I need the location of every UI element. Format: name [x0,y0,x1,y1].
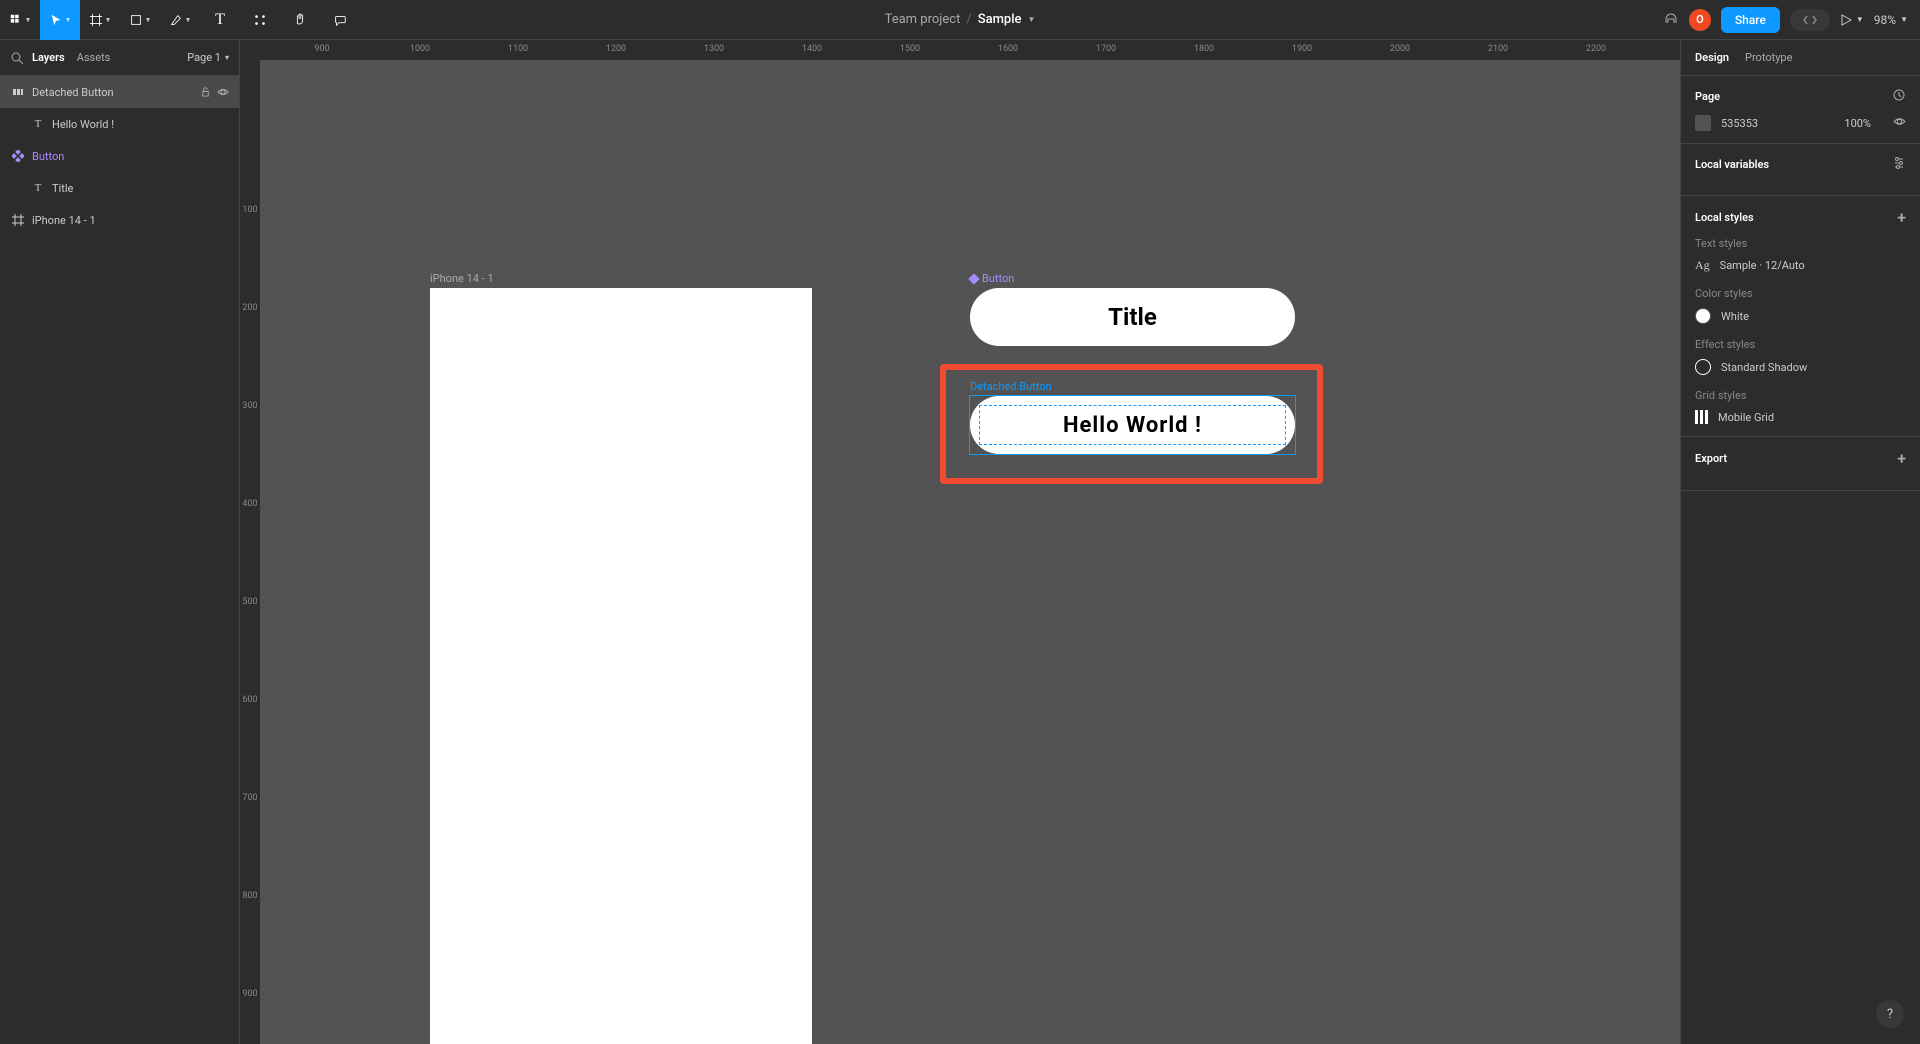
artboard-iphone[interactable] [430,288,812,1044]
frame-label-iphone[interactable]: iPhone 14 - 1 [430,272,494,285]
chevron-down-icon: ▼ [1028,15,1036,24]
hand-tool-button[interactable] [280,0,320,40]
project-name: Team project [885,12,961,27]
frame-icon [89,13,103,27]
design-tab[interactable]: Design [1695,51,1729,64]
comment-tool-button[interactable] [320,0,360,40]
ruler-horizontal: 900 1000 1100 1200 1300 1400 1500 1600 1… [260,40,1680,60]
color-style-item[interactable]: White [1695,308,1906,324]
grid-style-item[interactable]: Mobile Grid [1695,410,1906,424]
left-panel: Layers Assets Page 1▾ Detached Button T … [0,40,240,1044]
figma-logo-icon [9,13,23,27]
page-color-value[interactable]: 535353 [1721,117,1758,130]
dev-icon [1802,14,1818,26]
dev-mode-toggle[interactable] [1790,9,1830,31]
move-tool-button[interactable]: ▼ [40,0,80,40]
frame-label-button[interactable]: Button [970,272,1014,285]
resources-icon [253,13,267,27]
user-avatar[interactable]: O [1689,9,1711,31]
pen-icon [169,13,183,27]
text-styles-label: Text styles [1695,237,1906,250]
search-icon[interactable] [10,51,24,65]
present-button[interactable]: ▼ [1840,14,1864,26]
canvas-button-component[interactable]: Title [970,288,1295,346]
main-menu-button[interactable]: ▼ [0,0,40,40]
page-opacity-value[interactable]: 100% [1844,117,1871,130]
layers-tab[interactable]: Layers [32,51,65,64]
layer-button-component[interactable]: Button [0,140,239,172]
frame-label-detached[interactable]: Detached Button [970,380,1052,393]
visibility-toggle[interactable] [1893,115,1906,131]
local-variables-section: Local variables [1681,144,1920,196]
toolbar-right: O Share ▼ 98%▼ [1663,7,1920,33]
tool-group-left: ▼ ▼ ▼ ▼ ▼ T [0,0,360,39]
assets-tab[interactable]: Assets [77,51,111,64]
add-export-button[interactable]: + [1897,449,1906,468]
layer-iphone-frame[interactable]: iPhone 14 - 1 [0,204,239,236]
hand-icon [293,13,307,27]
grid-icon [1695,410,1708,424]
page-history-icon[interactable] [1892,88,1906,105]
share-button[interactable]: Share [1721,7,1780,33]
export-title: Export [1695,452,1727,465]
play-icon [1840,14,1852,26]
color-styles-label: Color styles [1695,287,1906,300]
export-section: Export + [1681,437,1920,491]
ruler-corner [240,40,260,60]
local-variables-title: Local variables [1695,158,1769,171]
zoom-display[interactable]: 98%▼ [1874,13,1908,27]
layer-detached-button[interactable]: Detached Button [0,76,239,108]
variables-settings-icon[interactable] [1892,156,1906,173]
shape-tool-button[interactable]: ▼ [120,0,160,40]
audio-button[interactable] [1663,10,1679,30]
text-style-preview-icon: Ag [1695,258,1710,273]
right-panel: Design Prototype Page 535353 100% Local … [1680,40,1920,1044]
text-style-item[interactable]: Ag Sample · 12/Auto [1695,258,1906,273]
page-selector[interactable]: Page 1▾ [187,51,229,64]
component-icon [12,150,24,162]
autolayout-icon [12,86,24,98]
add-style-button[interactable]: + [1897,208,1906,227]
left-panel-tabs: Layers Assets Page 1▾ [0,40,239,76]
unlock-icon[interactable] [200,86,211,97]
local-styles-title: Local styles [1695,211,1754,224]
cursor-icon [49,13,63,27]
resources-button[interactable] [240,0,280,40]
layer-hello-world[interactable]: T Hello World ! [0,108,239,140]
page-color-swatch[interactable] [1695,115,1711,131]
text-icon: T [215,11,225,29]
canvas[interactable]: 900 1000 1100 1200 1300 1400 1500 1600 1… [240,40,1680,1044]
frame-layer-icon [12,214,24,226]
prototype-tab[interactable]: Prototype [1745,51,1792,64]
file-name: Sample [978,12,1022,27]
canvas-stage[interactable]: iPhone 14 - 1 Button Title Detached Butt… [260,60,1680,1044]
effect-styles-label: Effect styles [1695,338,1906,351]
rectangle-icon [129,13,143,27]
top-toolbar: ▼ ▼ ▼ ▼ ▼ T Team project / Sample ▼ [0,0,1920,40]
effect-style-item[interactable]: Standard Shadow [1695,359,1906,375]
layer-title-text[interactable]: T Title [0,172,239,204]
text-layer-icon: T [32,118,44,130]
local-styles-section: Local styles + Text styles Ag Sample · 1… [1681,196,1920,437]
text-tool-button[interactable]: T [200,0,240,40]
headphones-icon [1663,10,1679,26]
text-layer-icon: T [32,182,44,194]
eye-icon[interactable] [217,86,229,98]
white-swatch-icon [1695,308,1711,324]
comment-icon [333,13,347,27]
component-diamond-icon [968,273,979,284]
pen-tool-button[interactable]: ▼ [160,0,200,40]
effect-ring-icon [1695,359,1711,375]
ruler-vertical: 100 200 300 400 500 600 700 800 900 [240,60,260,1044]
right-panel-tabs: Design Prototype [1681,40,1920,76]
help-button[interactable]: ? [1876,1000,1904,1028]
grid-styles-label: Grid styles [1695,389,1906,402]
page-section: Page 535353 100% [1681,76,1920,144]
file-title[interactable]: Team project / Sample ▼ [885,12,1036,27]
selection-inner-dashed [979,405,1286,445]
page-title: Page [1695,90,1720,103]
frame-tool-button[interactable]: ▼ [80,0,120,40]
